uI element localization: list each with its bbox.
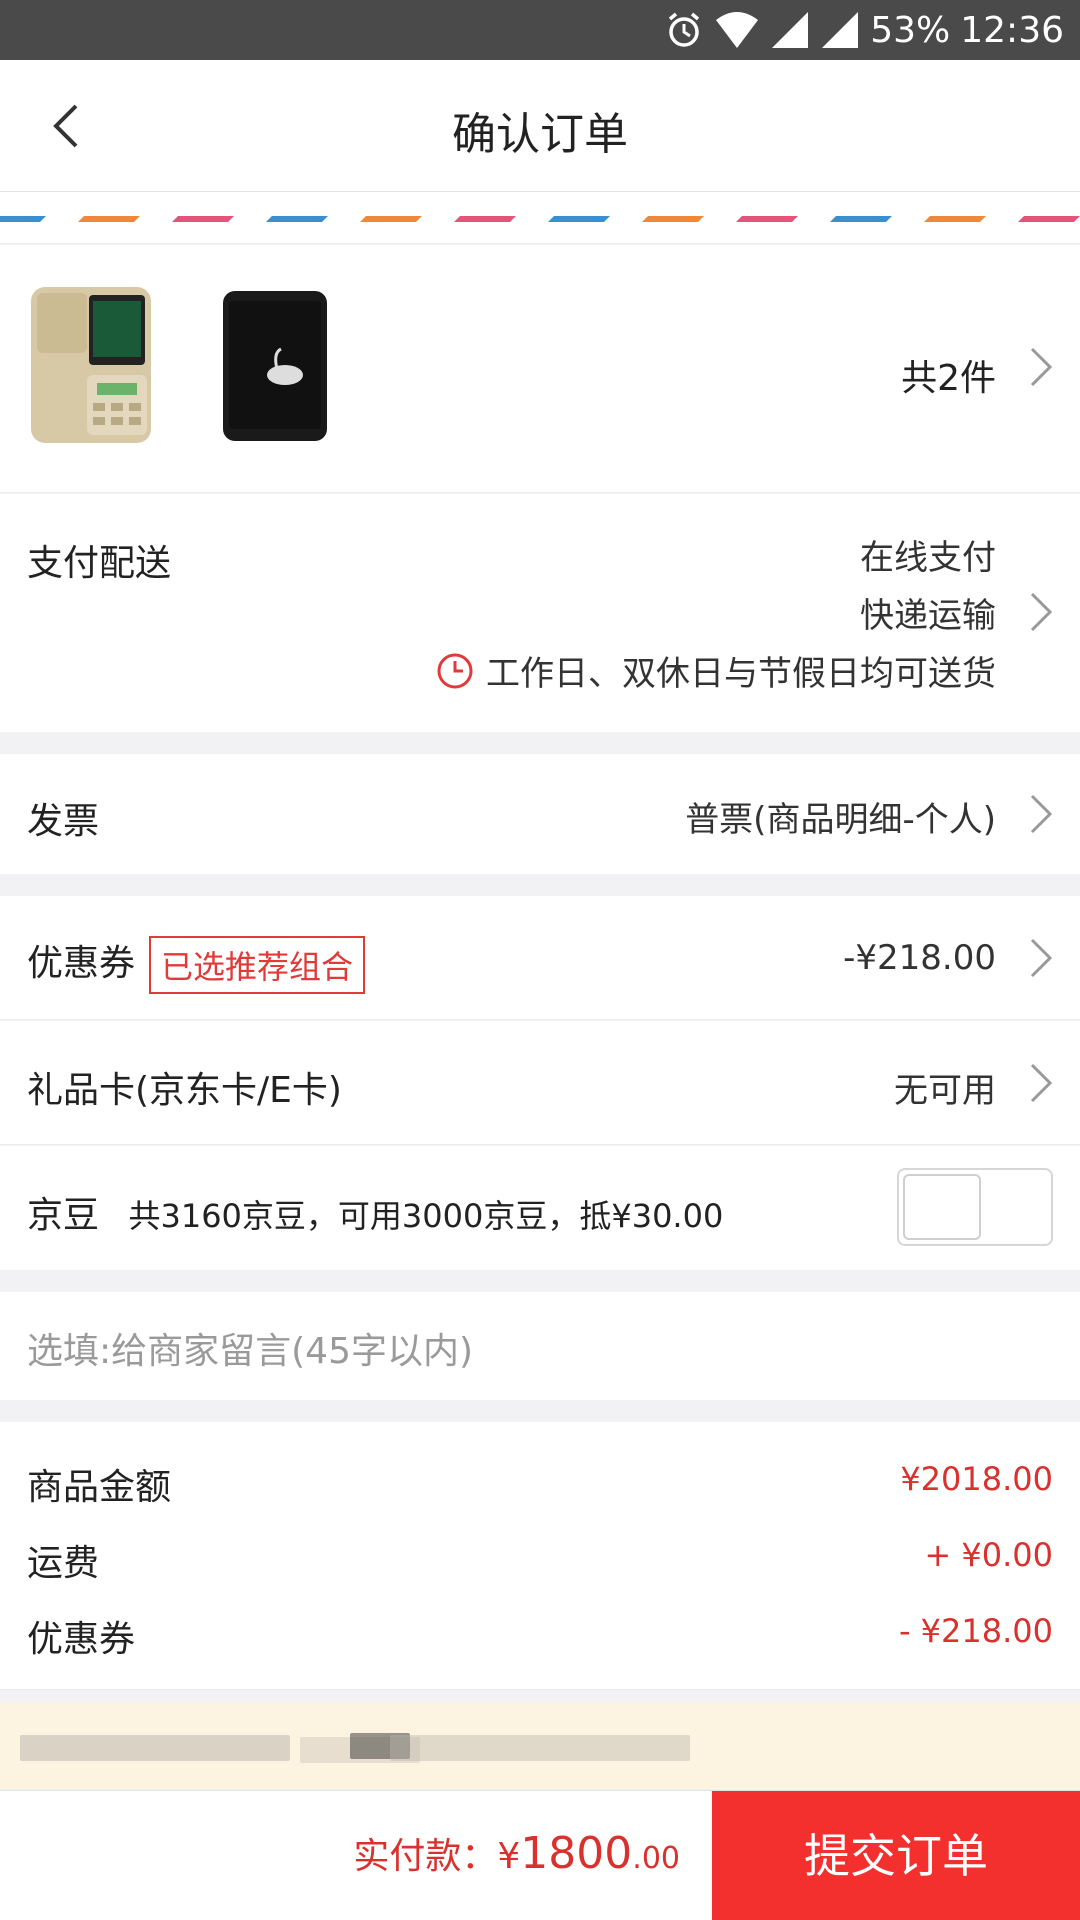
chevron-right-icon xyxy=(1026,792,1056,836)
coupon-label-text: 优惠券 xyxy=(27,943,136,984)
pay-amount-main: 1800 xyxy=(520,1828,633,1879)
pay-currency: ¥ xyxy=(497,1836,521,1877)
alarm-icon xyxy=(664,10,704,50)
toggle-knob xyxy=(903,1174,981,1240)
giftcard-label: 礼品卡(京东卡/E卡) xyxy=(27,1070,342,1111)
summary-value-shipping: + ¥0.00 xyxy=(924,1536,1053,1574)
summary-value-goods: ¥2018.00 xyxy=(900,1460,1053,1498)
pay-amount-decimal: .00 xyxy=(632,1841,680,1876)
summary-label-goods: 商品金额 xyxy=(27,1467,172,1508)
price-summary: 商品金额 ¥2018.00 运费 + ¥0.00 优惠券 - ¥218.00 xyxy=(0,1422,1080,1690)
delivery-label: 支付配送 xyxy=(27,543,172,584)
invoice-row[interactable]: 发票 普票(商品明细-个人) xyxy=(0,754,1080,874)
giftcard-row[interactable]: 礼品卡(京东卡/E卡) 无可用 xyxy=(0,1021,1080,1145)
notice-banner-redacted xyxy=(0,1703,1080,1789)
summary-label-coupon: 优惠券 xyxy=(27,1619,136,1660)
chevron-right-icon xyxy=(1026,345,1056,389)
signal-icon xyxy=(770,10,810,50)
product-thumbnail-smartphone xyxy=(215,285,335,445)
jingdou-description: 共3160京豆，可用3000京豆，抵¥30.00 xyxy=(128,1197,724,1235)
jingdou-label: 京豆 共3160京豆，可用3000京豆，抵¥30.00 xyxy=(27,1186,723,1238)
chevron-right-icon xyxy=(1026,1061,1056,1105)
summary-value-coupon: - ¥218.00 xyxy=(898,1612,1053,1650)
giftcard-value: 无可用 xyxy=(894,1071,996,1111)
seller-message-input[interactable]: 选填:给商家留言(45字以内) xyxy=(0,1292,1080,1400)
product-summary-row[interactable]: 共2件 xyxy=(0,245,1080,493)
signal-icon-2 xyxy=(820,10,860,50)
clock-time: 12:36 xyxy=(960,9,1064,51)
airmail-stripe-divider xyxy=(0,192,1080,244)
checkout-bar: 实付款：¥1800.00 提交订单 xyxy=(0,1790,1080,1920)
product-thumbnail-feature-phone xyxy=(27,285,157,445)
message-placeholder: 选填:给商家留言(45字以内) xyxy=(27,1331,474,1372)
jingdou-row: 京豆 共3160京豆，可用3000京豆，抵¥30.00 xyxy=(0,1146,1080,1270)
summary-label-shipping: 运费 xyxy=(27,1543,100,1584)
payment-delivery-row[interactable]: 支付配送 在线支付 快递运输 工作日、双休日与节假日均可送货 xyxy=(0,494,1080,732)
delivery-schedule-text: 工作日、双休日与节假日均可送货 xyxy=(486,654,996,694)
wifi-icon xyxy=(714,10,760,50)
total-payable: 实付款：¥1800.00 xyxy=(353,1827,680,1879)
battery-percent: 53% xyxy=(870,9,951,51)
coupon-label: 优惠券 已选推荐组合 xyxy=(27,934,366,994)
coupon-selected-tag: 已选推荐组合 xyxy=(149,936,366,994)
page-title: 确认订单 xyxy=(452,109,628,160)
jingdou-label-text: 京豆 xyxy=(27,1195,100,1236)
payment-method: 在线支付 xyxy=(860,538,996,578)
chevron-right-icon xyxy=(1026,590,1056,634)
pay-label: 实付款： xyxy=(353,1836,498,1877)
delivery-schedule: 工作日、双休日与节假日均可送货 xyxy=(436,646,996,699)
jingdou-toggle[interactable] xyxy=(897,1168,1053,1246)
coupon-row[interactable]: 优惠券 已选推荐组合 -¥218.00 xyxy=(0,896,1080,1020)
submit-order-button[interactable]: 提交订单 xyxy=(712,1791,1080,1920)
clock-icon xyxy=(436,652,474,699)
coupon-value: -¥218.00 xyxy=(843,938,996,978)
shipping-method: 快递运输 xyxy=(860,596,996,636)
status-bar: 53% 12:36 xyxy=(0,0,1080,60)
invoice-label: 发票 xyxy=(27,801,100,842)
nav-bar: 确认订单 xyxy=(0,60,1080,192)
chevron-right-icon xyxy=(1026,936,1056,980)
invoice-value: 普票(商品明细-个人) xyxy=(685,800,996,840)
item-count: 共2件 xyxy=(901,358,996,399)
